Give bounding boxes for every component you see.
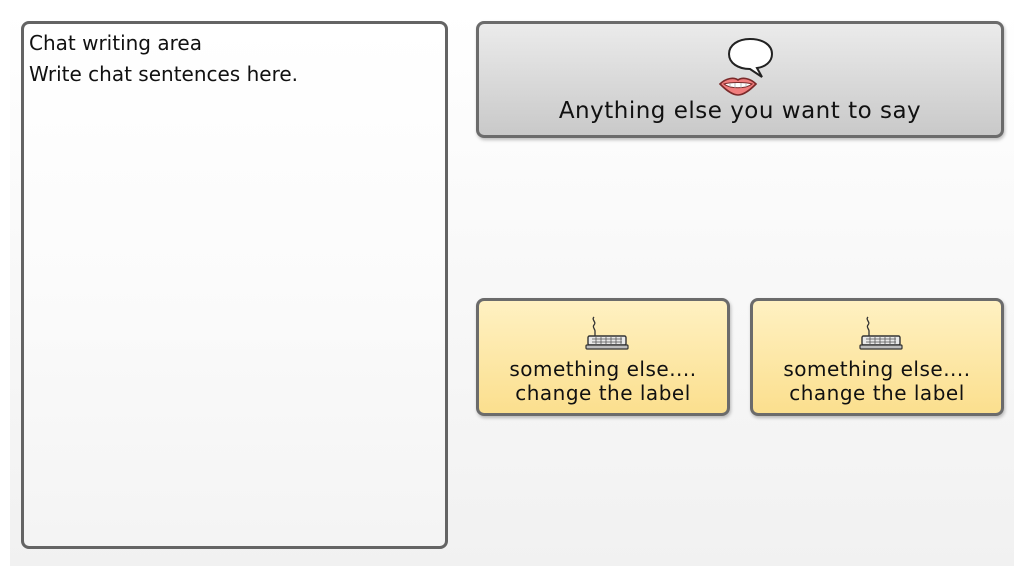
custom-button-2-line-2: change the label (789, 381, 965, 405)
keyboard-icon (584, 315, 630, 351)
anything-else-label: Anything else you want to say (558, 98, 922, 124)
custom-button-1-line-1: something else.... (509, 357, 697, 381)
custom-button-1-line-2: change the label (515, 381, 691, 405)
custom-button-2-label: something else.... change the label (753, 357, 1001, 405)
keyboard-icon (858, 315, 904, 351)
speech-bubble-mouth-icon (714, 36, 786, 102)
anything-else-button[interactable]: Anything else you want to say (476, 21, 1004, 138)
custom-button-2[interactable]: something else.... change the label (750, 298, 1004, 416)
custom-button-1-label: something else.... change the label (479, 357, 727, 405)
chat-line-title: Chat writing area (29, 31, 202, 55)
chat-line-hint: Write chat sentences here. (29, 62, 299, 86)
chat-writing-area[interactable]: Chat writing area Write chat sentences h… (21, 21, 448, 549)
page: Chat writing area Write chat sentences h… (0, 0, 1024, 576)
custom-button-2-line-1: something else.... (783, 357, 971, 381)
custom-button-1[interactable]: something else.... change the label (476, 298, 730, 416)
